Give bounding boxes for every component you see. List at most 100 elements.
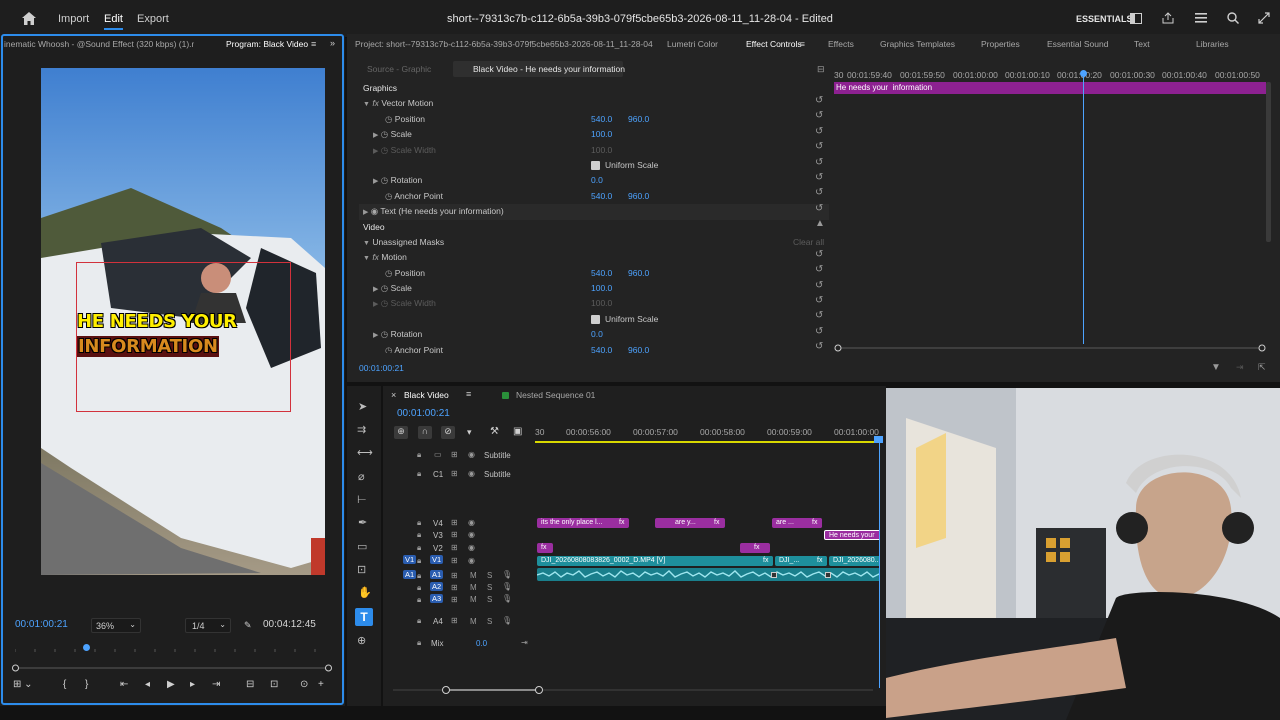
lock-icon[interactable]: 🔒︎ xyxy=(417,556,421,566)
position-y-value[interactable]: 960.0 xyxy=(628,112,649,127)
microphone-icon[interactable]: 🎙︎ xyxy=(502,616,512,625)
program-mini-ruler[interactable] xyxy=(15,646,331,652)
fullscreen-icon[interactable] xyxy=(1258,12,1270,24)
m-scale-row[interactable]: ▶ ◷ Scale 100.0 xyxy=(359,281,829,296)
motion-row[interactable]: ▼ fx Motion xyxy=(359,250,829,265)
menu-icon[interactable] xyxy=(1195,13,1207,23)
anchor-y-value[interactable]: 960.0 xyxy=(628,343,649,353)
mix-volume-value[interactable]: 0.0 xyxy=(476,639,487,648)
ec-time-ruler[interactable]: 30 00:01:59:40 00:01:59:50 00:01:00:00 0… xyxy=(834,70,1269,82)
lock-icon[interactable]: 🔒︎ xyxy=(417,469,421,479)
anchor-x-value[interactable]: 540.0 xyxy=(591,189,612,204)
insert-sequence-icon[interactable]: ⊕ xyxy=(394,426,408,439)
sync-icon[interactable]: ⊞ xyxy=(451,518,458,527)
program-panel-menu-icon[interactable]: ≡ xyxy=(311,39,316,49)
tab-text[interactable]: Text xyxy=(1134,39,1150,49)
ec-timecode[interactable]: 00:01:00:21 xyxy=(359,363,404,373)
lock-icon[interactable]: 🔒︎ xyxy=(417,571,421,581)
lift-icon[interactable]: ⊟ xyxy=(246,679,254,690)
stopwatch-icon[interactable]: ◷ xyxy=(381,283,388,293)
solo-button[interactable]: S xyxy=(487,583,492,592)
lock-icon[interactable]: 🔒︎ xyxy=(417,595,421,605)
track-select-tool-icon[interactable]: ⇉ xyxy=(357,423,366,436)
timeline-playhead[interactable] xyxy=(879,438,880,688)
play-button[interactable]: ▶ xyxy=(167,679,175,690)
stopwatch-icon[interactable]: ◷ xyxy=(385,191,392,201)
timeline-ruler[interactable]: 30 00:00:56:00 00:00:57:00 00:00:58:00 0… xyxy=(535,426,880,440)
lock-icon[interactable]: 🔒︎ xyxy=(417,583,421,593)
stopwatch-icon[interactable]: ◷ xyxy=(385,345,392,353)
position-y-value[interactable]: 960.0 xyxy=(628,266,649,281)
ec-clip-bar[interactable]: He needs your information xyxy=(834,82,1266,94)
reset-icon[interactable]: ↺ xyxy=(815,187,829,202)
microphone-icon[interactable]: 🎙︎ xyxy=(502,594,512,603)
mute-button[interactable]: M xyxy=(470,595,477,604)
position-x-value[interactable]: 540.0 xyxy=(591,112,612,127)
marker-settings-icon[interactable]: ⊞ ⌄ xyxy=(13,679,33,690)
selection-tool-icon[interactable]: ➤ xyxy=(358,400,367,413)
add-marker-icon[interactable]: ▾ xyxy=(467,427,472,438)
pen-tool-icon[interactable]: ✒ xyxy=(358,516,367,529)
vm-scale-row[interactable]: ▶ ◷ Scale 100.0 xyxy=(359,127,829,142)
close-sequence-icon[interactable]: × xyxy=(391,390,396,400)
v4-track-label[interactable]: V4 xyxy=(433,519,443,528)
linked-selection-icon[interactable]: ⊘ xyxy=(441,426,455,439)
scale-value[interactable]: 100.0 xyxy=(591,281,612,296)
program-zoom-scrollbar[interactable] xyxy=(12,664,332,672)
program-playhead[interactable] xyxy=(83,644,90,651)
lock-icon[interactable]: 🔒︎ xyxy=(417,518,421,528)
menu-import[interactable]: Import xyxy=(58,13,89,25)
m-uniform-scale-row[interactable]: Uniform Scale xyxy=(359,312,829,327)
selected-text-clip[interactable]: He needs your xyxy=(824,530,880,540)
reset-icon[interactable]: ↺ xyxy=(815,157,829,172)
tab-essential-sound[interactable]: Essential Sound xyxy=(1047,39,1108,49)
eye-icon[interactable]: ◉ xyxy=(468,469,475,478)
sync-icon[interactable]: ⊞ xyxy=(451,450,458,459)
reset-icon[interactable]: ↺ xyxy=(815,280,829,295)
resolution-select[interactable]: 1/4 ⌄ xyxy=(185,618,231,633)
stopwatch-icon[interactable]: ◷ xyxy=(385,114,392,124)
reset-icon[interactable]: ↺ xyxy=(815,126,829,141)
solo-button[interactable]: S xyxy=(487,617,492,626)
anchor-y-value[interactable]: 960.0 xyxy=(628,189,649,204)
microphone-icon[interactable]: 🎙︎ xyxy=(502,582,512,591)
sync-icon[interactable]: ⊞ xyxy=(451,583,458,592)
lock-icon[interactable]: 🔒︎ xyxy=(417,530,421,540)
caption-clip[interactable]: its the only place l... xyxy=(537,518,627,528)
mute-button[interactable]: M xyxy=(470,617,477,626)
eye-icon[interactable]: ◉ xyxy=(468,556,475,565)
sync-icon[interactable]: ⊞ xyxy=(451,543,458,552)
tab-lumetri-color[interactable]: Lumetri Color xyxy=(667,39,718,49)
m-anchor-row[interactable]: ◷ Anchor Point 540.0 960.0 xyxy=(359,343,829,353)
home-icon[interactable] xyxy=(22,12,36,25)
m-rotation-row[interactable]: ▶ ◷ Rotation 0.0 xyxy=(359,327,829,342)
hand-tool-icon[interactable]: ✋ xyxy=(358,586,372,599)
microphone-icon[interactable]: 🎙︎ xyxy=(502,570,512,579)
ec-playhead[interactable] xyxy=(1083,72,1084,344)
program-tab[interactable]: Program: Black Video xyxy=(226,39,308,49)
go-to-out-icon[interactable]: ⇥ xyxy=(212,679,220,690)
sync-icon[interactable]: ⊞ xyxy=(451,616,458,625)
razor-tool-icon[interactable]: ⌀ xyxy=(358,470,365,483)
go-to-end-icon[interactable]: ⇥ xyxy=(521,638,528,647)
play-audio-icon[interactable]: ⇥ xyxy=(1236,362,1244,373)
sync-icon[interactable]: ⊞ xyxy=(451,556,458,565)
menu-edit[interactable]: Edit xyxy=(104,13,123,30)
clip-selector[interactable]: Black Video - He needs your information xyxy=(453,61,625,77)
sync-icon[interactable]: ⊞ xyxy=(451,595,458,604)
stopwatch-icon[interactable]: ◷ xyxy=(381,129,388,139)
reset-icon[interactable]: ↺ xyxy=(815,341,829,351)
eye-icon[interactable]: ◉ xyxy=(468,530,475,539)
settings-wrench-icon[interactable]: ✎ xyxy=(244,620,252,631)
v1-source-patch[interactable]: V1 xyxy=(403,555,417,564)
fx-clip[interactable]: fx xyxy=(537,543,553,553)
sync-icon[interactable]: ⊞ xyxy=(451,469,458,478)
source-audio-tab[interactable]: inematic Whoosh - @Sound Effect (320 kbp… xyxy=(4,39,194,49)
caption-track-icon[interactable]: ▭ xyxy=(434,450,442,459)
step-forward-icon[interactable]: ▸ xyxy=(190,679,195,690)
tab-nested-sequence[interactable]: Nested Sequence 01 xyxy=(516,390,595,400)
rotation-value[interactable]: 0.0 xyxy=(591,173,603,188)
reset-icon[interactable]: ↺ xyxy=(815,264,829,279)
caption-line-2[interactable]: INFORMATION xyxy=(77,336,219,357)
v1-track-label[interactable]: V1 xyxy=(430,555,444,564)
